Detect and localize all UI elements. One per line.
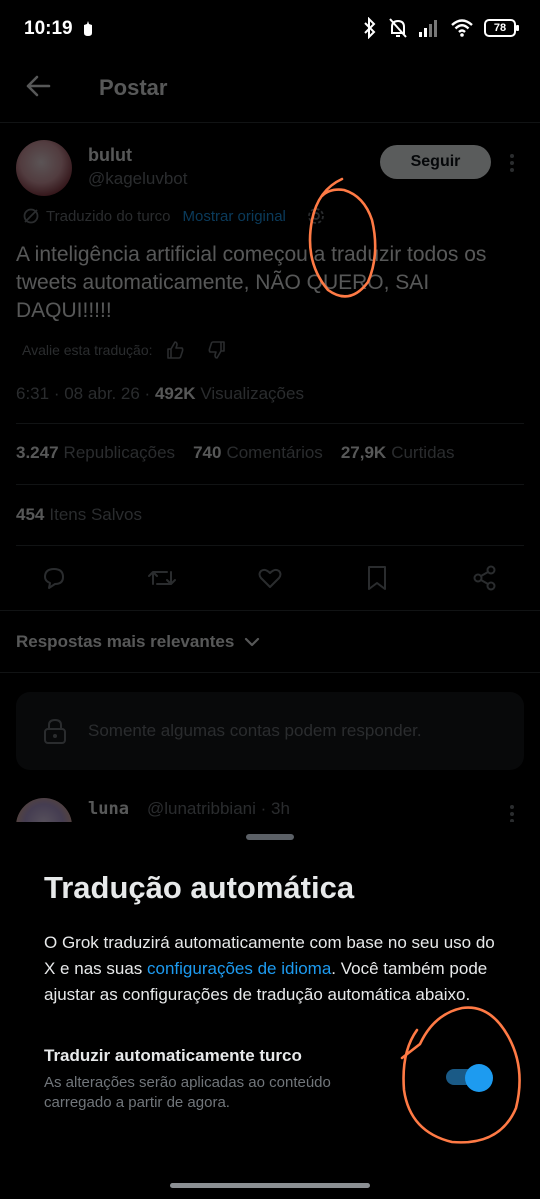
gesture-navigation-bar[interactable] (170, 1183, 370, 1188)
annotation-circle-toggle (400, 1006, 521, 1144)
hand-drawn-annotations (308, 177, 521, 1144)
annotation-circle-gear (308, 177, 377, 298)
